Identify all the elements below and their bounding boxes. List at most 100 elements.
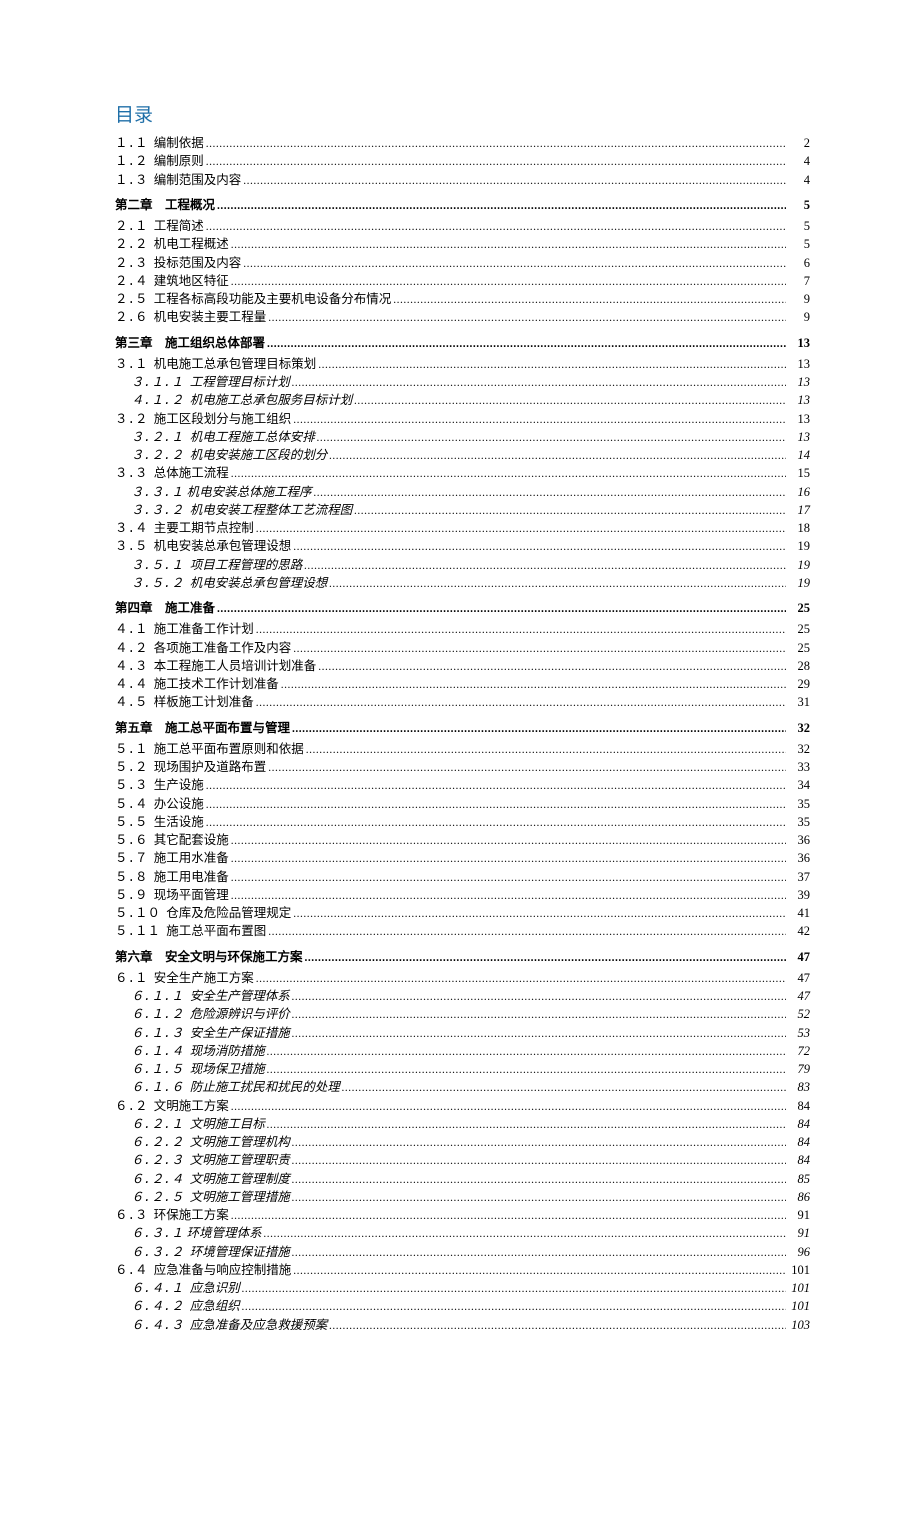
toc-entry[interactable]: ６.１.２ 危险源辨识与评价52 — [115, 1006, 810, 1023]
toc-entry-page: 36 — [788, 850, 810, 866]
toc-entry[interactable]: ５.１０ 仓库及危险品管理规定41 — [115, 905, 810, 922]
toc-entry[interactable]: ６.１.６ 防止施工扰民和扰民的处理83 — [115, 1079, 810, 1096]
toc-entry[interactable]: ６.４ 应急准备与响应控制措施101 — [115, 1262, 810, 1279]
toc-leader — [292, 1171, 786, 1188]
toc-entry[interactable]: ３.３ 总体施工流程15 — [115, 465, 810, 482]
toc-entry[interactable]: ６.４.３ 应急准备及应急救援预案103 — [115, 1317, 810, 1334]
toc-entry[interactable]: ２.１ 工程简述5 — [115, 218, 810, 235]
toc-entry[interactable]: ３.２.１ 机电工程施工总体安排13 — [115, 429, 810, 446]
toc-entry-number: ５.１１ — [115, 924, 160, 940]
toc-entry[interactable]: ６.２.５ 文明施工管理措施86 — [115, 1189, 810, 1206]
toc-entry[interactable]: 第六章 安全文明与环保施工方案47 — [115, 949, 810, 966]
toc-leader — [242, 1280, 786, 1297]
toc-entry[interactable]: ３.１ 机电施工总承包管理目标策划13 — [115, 356, 810, 373]
toc-entry[interactable]: ２.３ 投标范围及内容6 — [115, 255, 810, 272]
toc-entry[interactable]: ２.４ 建筑地区特征7 — [115, 273, 810, 290]
toc-entry-number: ６.３.１ — [131, 1226, 184, 1242]
toc-entry[interactable]: ５.１ 施工总平面布置原则和依据32 — [115, 741, 810, 758]
toc-entry[interactable]: ６.２ 文明施工方案84 — [115, 1098, 810, 1115]
toc-entry-label: 现场消防措施 — [184, 1043, 265, 1059]
toc-entry[interactable]: ４.１ 施工准备工作计划25 — [115, 621, 810, 638]
toc-entry[interactable]: １.３ 编制范围及内容4 — [115, 172, 810, 189]
toc-entry-number: ３.１.１ — [131, 375, 184, 391]
toc-entry-number: ６.１.１ — [131, 989, 184, 1005]
toc-entry[interactable]: ３.２ 施工区段划分与施工组织13 — [115, 411, 810, 428]
toc-entry-page: 14 — [788, 447, 810, 463]
toc-entry[interactable]: ６.３.１ 环境管理体系91 — [115, 1225, 810, 1242]
toc-entry-label: 安全生产施工方案 — [148, 970, 254, 986]
toc-entry-label: 施工总平面布置图 — [160, 923, 266, 939]
toc-entry-label: 文明施工管理措施 — [184, 1189, 290, 1205]
toc-entry-label: 机电安装总承包管理设想 — [184, 575, 328, 591]
toc-entry-page: 18 — [788, 520, 810, 536]
toc-entry[interactable]: ６.２.３ 文明施工管理职责84 — [115, 1152, 810, 1169]
toc-leader — [305, 949, 786, 966]
toc-entry[interactable]: 第五章 施工总平面布置与管理32 — [115, 720, 810, 737]
toc-entry[interactable]: １.１ 编制依据2 — [115, 135, 810, 152]
toc-entry[interactable]: ５.１１ 施工总平面布置图42 — [115, 923, 810, 940]
toc-entry[interactable]: 第二章 工程概况5 — [115, 197, 810, 214]
toc-entry[interactable]: ５.７ 施工用水准备36 — [115, 850, 810, 867]
toc-entry-number: ６.２.５ — [131, 1190, 184, 1206]
toc-entry[interactable]: ３.３.１ 机电安装总体施工程序16 — [115, 484, 810, 501]
toc-entry-label: 施工组织总体部署 — [153, 335, 266, 351]
toc-entry[interactable]: ６.１ 安全生产施工方案47 — [115, 970, 810, 987]
toc-entry[interactable]: ６.２.１ 文明施工目标84 — [115, 1116, 810, 1133]
toc-entry-label: 本工程施工人员培训计划准备 — [148, 658, 317, 674]
toc-entry[interactable]: ６.１.４ 现场消防措施72 — [115, 1043, 810, 1060]
toc-leader — [293, 640, 786, 657]
toc-entry[interactable]: ６.１.３ 安全生产保证措施53 — [115, 1025, 810, 1042]
toc-entry-number: ２.６ — [115, 310, 148, 326]
toc-entry-label: 机电施工总承包管理目标策划 — [148, 356, 317, 372]
toc-entry[interactable]: ３.１.１ 工程管理目标计划13 — [115, 374, 810, 391]
toc-entry-number: ６.２.４ — [131, 1172, 184, 1188]
toc-entry[interactable]: ５.２ 现场围护及道路布置33 — [115, 759, 810, 776]
toc-entry[interactable]: ６.３.２ 环境管理保证措施96 — [115, 1244, 810, 1261]
toc-entry[interactable]: ５.５ 生活设施35 — [115, 814, 810, 831]
toc-entry-number: ５.２ — [115, 760, 148, 776]
toc-entry-page: 47 — [788, 970, 810, 986]
toc-leader — [256, 520, 786, 537]
toc-entry[interactable]: ３.５ 机电安装总承包管理设想19 — [115, 538, 810, 555]
toc-entry[interactable]: ５.９ 现场平面管理39 — [115, 887, 810, 904]
toc-entry[interactable]: ６.１.１ 安全生产管理体系47 — [115, 988, 810, 1005]
toc-entry[interactable]: ６.２.４ 文明施工管理制度85 — [115, 1171, 810, 1188]
toc-entry[interactable]: ３.５.１ 项目工程管理的思路19 — [115, 557, 810, 574]
toc-entry[interactable]: ５.４ 办公设施35 — [115, 796, 810, 813]
toc-entry[interactable]: ６.３ 环保施工方案91 — [115, 1207, 810, 1224]
toc-entry[interactable]: ２.５ 工程各标高段功能及主要机电设备分布情况9 — [115, 291, 810, 308]
toc-leader — [329, 447, 786, 464]
toc-entry[interactable]: ６.１.５ 现场保卫措施79 — [115, 1061, 810, 1078]
toc-entry-page: 19 — [788, 538, 810, 554]
toc-entry-label: 项目工程管理的思路 — [184, 557, 303, 573]
toc-entry-number: ５.７ — [115, 851, 148, 867]
toc-entry[interactable]: ４.１.２ 机电施工总承包服务目标计划13 — [115, 392, 810, 409]
toc-entry[interactable]: ５.６ 其它配套设施36 — [115, 832, 810, 849]
toc-entry[interactable]: ５.８ 施工用电准备37 — [115, 869, 810, 886]
toc-leader — [318, 658, 786, 675]
toc-entry[interactable]: ４.５ 样板施工计划准备31 — [115, 694, 810, 711]
toc-leader — [342, 1079, 786, 1096]
toc-entry[interactable]: ３.３.２ 机电安装工程整体工艺流程图17 — [115, 502, 810, 519]
toc-entry[interactable]: ２.６ 机电安装主要工程量9 — [115, 309, 810, 326]
toc-entry[interactable]: ６.２.２ 文明施工管理机构84 — [115, 1134, 810, 1151]
toc-entry[interactable]: ４.３ 本工程施工人员培训计划准备28 — [115, 658, 810, 675]
toc-entry[interactable]: 第三章 施工组织总体部署13 — [115, 335, 810, 352]
toc-entry[interactable]: ６.４.２ 应急组织101 — [115, 1298, 810, 1315]
toc-entry[interactable]: ２.２ 机电工程概述5 — [115, 236, 810, 253]
toc-entry-number: ６.１.４ — [131, 1044, 184, 1060]
toc-entry[interactable]: ４.２ 各项施工准备工作及内容25 — [115, 640, 810, 657]
toc-leader — [292, 1134, 786, 1151]
toc-entry-label: 环保施工方案 — [148, 1207, 229, 1223]
toc-entry-number: ６.３ — [115, 1208, 148, 1224]
toc-entry[interactable]: ５.３ 生产设施34 — [115, 777, 810, 794]
toc-entry[interactable]: ６.４.１ 应急识别101 — [115, 1280, 810, 1297]
toc-entry[interactable]: ３.２.２ 机电安装施工区段的划分14 — [115, 447, 810, 464]
toc-entry[interactable]: 第四章 施工准备25 — [115, 600, 810, 617]
toc-entry[interactable]: ３.５.２ 机电安装总承包管理设想19 — [115, 575, 810, 592]
toc-entry-number: ３.１ — [115, 357, 148, 373]
toc-entry[interactable]: ３.４ 主要工期节点控制18 — [115, 520, 810, 537]
toc-entry[interactable]: １.２ 编制原则4 — [115, 153, 810, 170]
toc-entry[interactable]: ４.４ 施工技术工作计划准备29 — [115, 676, 810, 693]
toc-entry-page: 84 — [788, 1152, 810, 1168]
